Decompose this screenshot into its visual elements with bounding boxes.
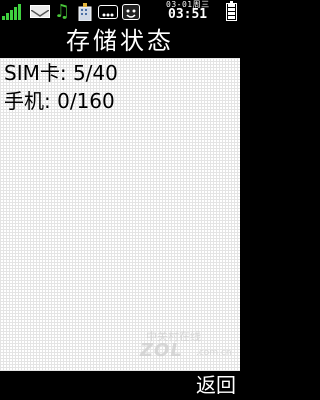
battery-icon (226, 1, 237, 21)
watermark-logo: ZOL (140, 340, 183, 361)
building-icon (76, 3, 94, 22)
signal-icon (2, 3, 24, 21)
music-icon: ♫ (54, 1, 71, 22)
sim-storage-label: SIM卡: (4, 61, 67, 85)
phone-storage-row: 手机: 0/160 (4, 88, 115, 114)
sim-storage-row: SIM卡: 5/40 (4, 60, 118, 86)
watermark: 中关村在线 ZOL .com.cn (138, 328, 238, 368)
phone-storage-value: 0/160 (57, 89, 115, 113)
back-button[interactable]: 返回 (188, 371, 236, 400)
phone-storage-label: 手机: (4, 89, 51, 113)
title-bar: 存储状态 (0, 24, 240, 58)
softkey-bar: 返回 (0, 371, 240, 400)
phone-screen: ♫ 03-01周三 03:51 存储状态 SIM卡: 5/40 手机: 0/16… (0, 0, 240, 400)
watermark-sub: .com.cn (196, 348, 232, 358)
smile-icon (122, 4, 140, 20)
message-icon (30, 5, 50, 18)
sim-storage-value: 5/40 (72, 61, 118, 85)
chat-icon (98, 5, 118, 19)
status-bar: ♫ 03-01周三 03:51 (0, 0, 240, 24)
storage-content: SIM卡: 5/40 手机: 0/160 中关村在线 ZOL .com.cn (0, 58, 240, 371)
page-title: 存储状态 (66, 27, 174, 55)
status-time: 03:51 (168, 7, 208, 22)
